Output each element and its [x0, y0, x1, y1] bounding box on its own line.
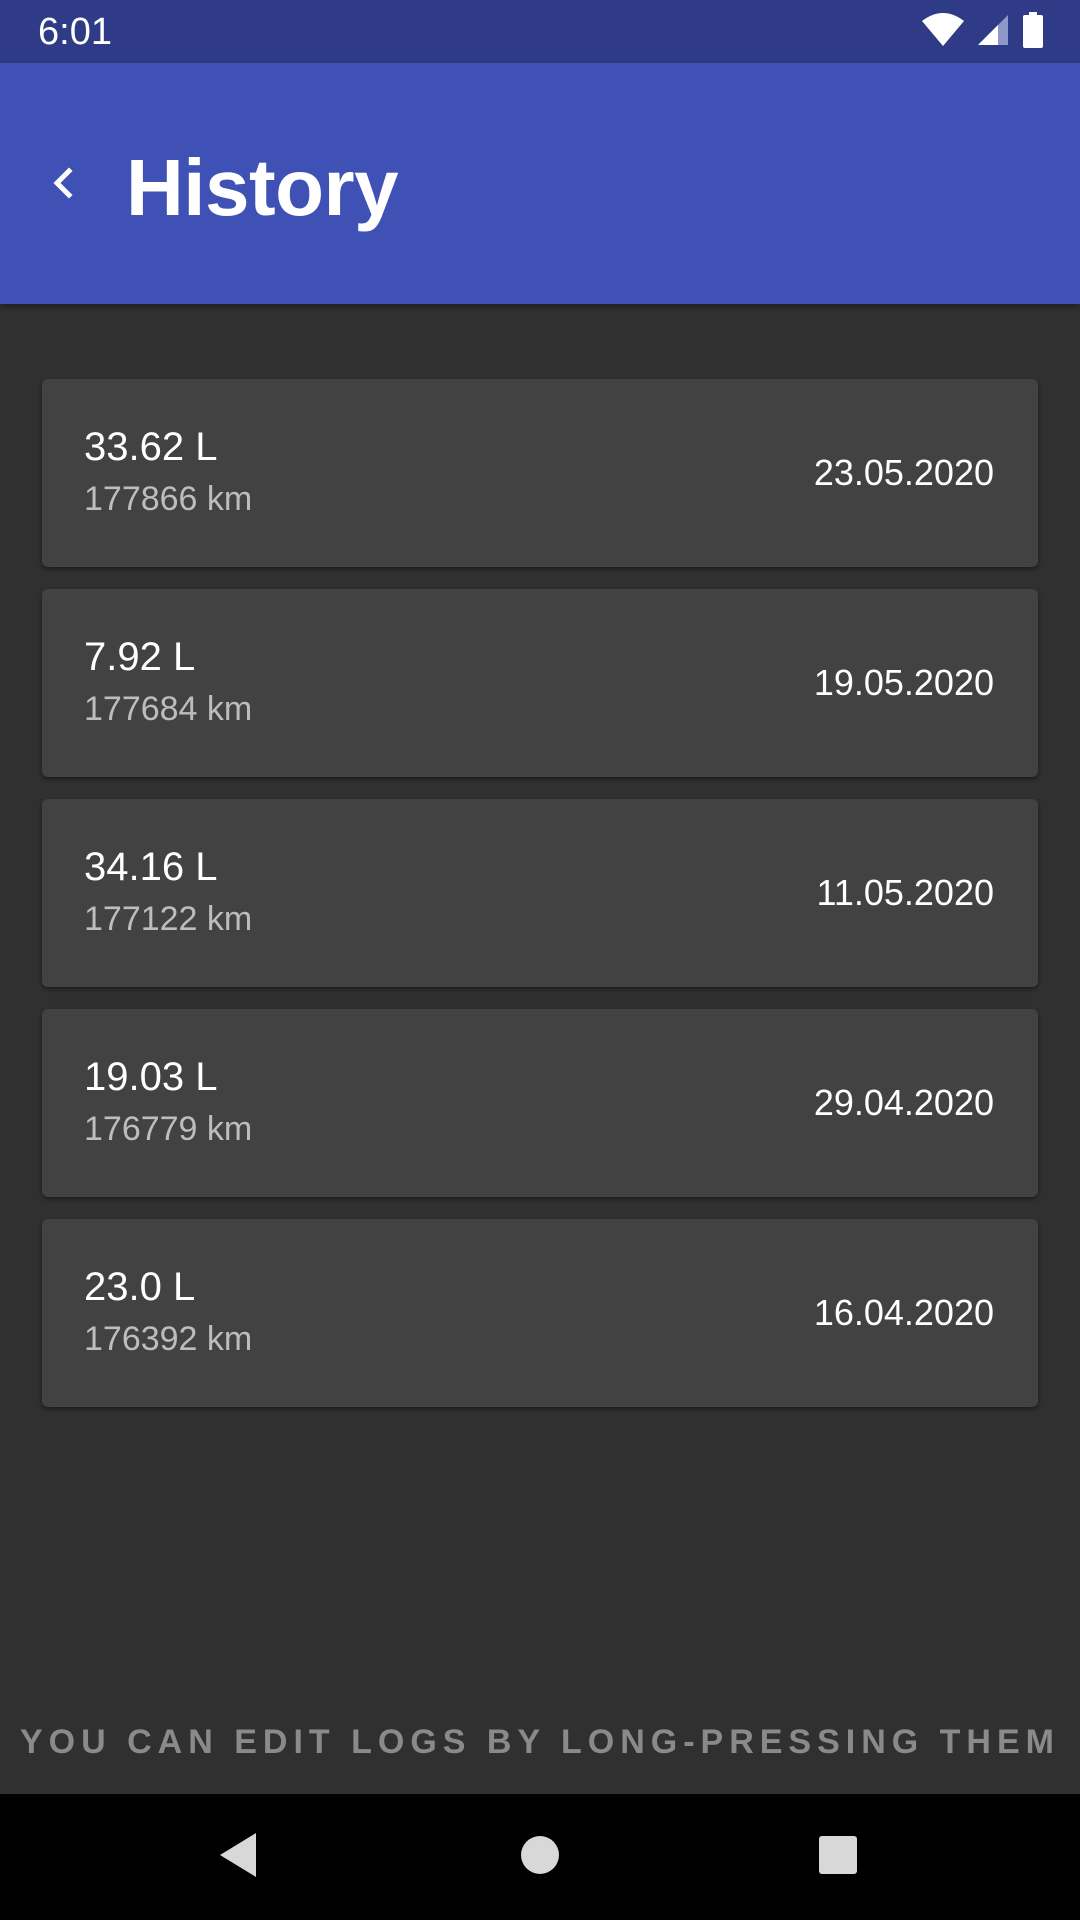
nav-back-button[interactable] [208, 1827, 268, 1887]
back-triangle-icon [216, 1831, 260, 1884]
nav-recents-button[interactable] [808, 1827, 868, 1887]
log-card[interactable]: 23.0 L 176392 km 16.04.2020 [42, 1219, 1038, 1407]
log-card[interactable]: 19.03 L 176779 km 29.04.2020 [42, 1009, 1038, 1197]
log-distance: 176779 km [84, 1110, 253, 1148]
log-date: 23.05.2020 [813, 452, 994, 493]
log-distance: 177684 km [84, 690, 253, 728]
nav-home-button[interactable] [510, 1827, 570, 1887]
wifi-icon [922, 12, 964, 52]
back-button[interactable] [30, 153, 94, 217]
chevron-left-icon [47, 163, 77, 208]
log-volume: 23.0 L [84, 1265, 196, 1309]
log-card[interactable]: 7.92 L 177684 km 19.05.2020 [42, 589, 1038, 777]
log-card[interactable]: 34.16 L 177122 km 11.05.2020 [42, 799, 1038, 987]
log-date: 29.04.2020 [813, 1082, 994, 1123]
log-list: 33.62 L 177866 km 23.05.2020 7.92 L 1776… [42, 379, 1038, 1429]
log-volume: 7.92 L [84, 635, 196, 679]
log-distance: 177122 km [84, 900, 253, 938]
cell-signal-icon [976, 13, 1010, 52]
log-volume: 34.16 L [84, 845, 218, 889]
log-card[interactable]: 33.62 L 177866 km 23.05.2020 [42, 379, 1038, 567]
log-distance: 177866 km [84, 480, 253, 518]
battery-icon [1022, 11, 1044, 53]
log-distance: 176392 km [84, 1320, 253, 1358]
screen: 6:01 History 33.62 L 177866 km 23.05.202… [0, 0, 1080, 1920]
page-title: History [126, 143, 399, 232]
status-time: 6:01 [38, 11, 112, 53]
log-volume: 33.62 L [84, 425, 218, 469]
nav-bar [0, 1794, 1080, 1920]
status-icons [922, 11, 1044, 53]
status-bar: 6:01 [0, 0, 1080, 63]
log-volume: 19.03 L [84, 1055, 218, 1099]
log-date: 16.04.2020 [813, 1292, 994, 1333]
app-bar: History [0, 63, 1080, 304]
edit-hint: YOU CAN EDIT LOGS BY LONG-PRESSING THEM [20, 1723, 1060, 1761]
recents-square-icon [818, 1835, 858, 1880]
home-circle-icon [520, 1835, 560, 1880]
log-date: 11.05.2020 [816, 872, 994, 913]
log-date: 19.05.2020 [813, 662, 994, 703]
